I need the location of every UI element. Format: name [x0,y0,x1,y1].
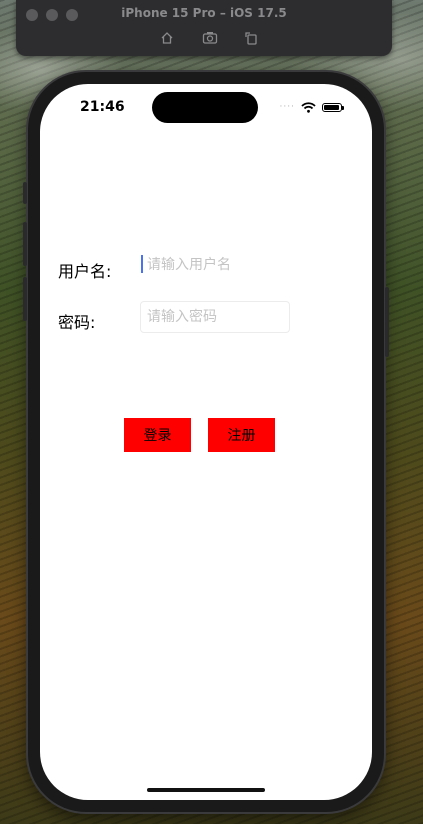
home-indicator[interactable] [147,788,265,792]
volume-down-button[interactable] [23,277,27,321]
password-label: 密码: [58,313,96,332]
status-icons: ···· [279,101,344,113]
status-time: 21:46 [80,99,125,115]
register-button[interactable]: 注册 [208,418,275,452]
volume-up-button[interactable] [23,222,27,266]
simulator-title-bar[interactable]: iPhone 15 Pro – iOS 17.5 [16,0,392,56]
simulator-title: iPhone 15 Pro – iOS 17.5 [121,6,287,20]
username-label: 用户名: [58,262,112,281]
action-button[interactable] [23,182,27,204]
rotate-icon[interactable] [243,31,259,47]
wifi-icon [301,98,316,117]
cellular-signal-icon: ···· [279,102,295,112]
home-icon[interactable] [159,31,175,47]
dynamic-island [152,92,258,123]
battery-icon [322,102,344,112]
password-input[interactable] [140,301,290,333]
login-button[interactable]: 登录 [124,418,191,452]
phone-screen: 21:46 ···· 用户名: 密码: 登录 注册 [40,84,372,800]
text-cursor [141,255,143,273]
iphone-frame: 21:46 ···· 用户名: 密码: 登录 注册 [23,72,389,812]
username-input[interactable] [140,249,290,281]
screenshot-icon[interactable] [202,31,218,47]
power-button[interactable] [385,287,389,357]
